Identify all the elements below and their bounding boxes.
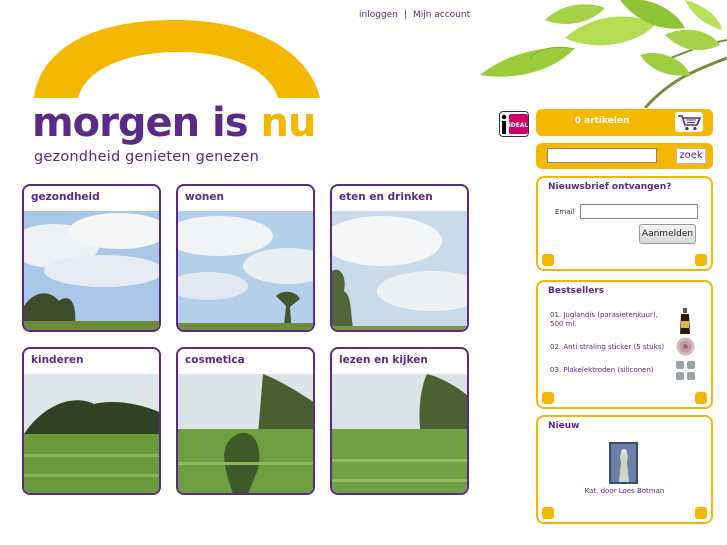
my-account-link[interactable]: Mijn account: [413, 10, 470, 20]
category-label: cosmetica: [185, 354, 245, 366]
top-links: inloggen | Mijn account: [359, 10, 470, 20]
logo[interactable]: morgen is nu: [32, 100, 317, 146]
category-photo: [24, 211, 159, 330]
category-tile-wonen[interactable]: wonen: [176, 184, 315, 332]
login-link[interactable]: inloggen: [359, 10, 398, 20]
category-tile-lezen-en-kijken[interactable]: lezen en kijken: [330, 347, 469, 495]
category-tile-gezondheid[interactable]: gezondheid: [22, 184, 161, 332]
search-button[interactable]: zoek: [676, 148, 706, 164]
category-photo: [178, 211, 313, 330]
bestseller-thumbnail-electrodes[interactable]: [676, 361, 695, 380]
logo-tagline: gezondheid genieten genezen: [34, 149, 259, 165]
top-links-separator: |: [403, 10, 407, 20]
new-products-title: Nieuw: [548, 421, 580, 431]
bestseller-item-3[interactable]: 03. Plakelektroden (siliconen): [550, 366, 670, 375]
shopping-cart-icon[interactable]: [675, 112, 703, 132]
ideal-label: iDEAL: [509, 122, 529, 129]
category-photo: [332, 374, 467, 493]
ideal-payment-logo: iDEAL: [499, 111, 529, 137]
panel-corner-decoration: [695, 254, 707, 266]
search-input[interactable]: [547, 148, 657, 163]
panel-corner-decoration: [542, 254, 554, 266]
newsletter-title: Nieuwsbrief ontvangen?: [548, 182, 672, 192]
new-product-thumbnail[interactable]: [609, 442, 638, 484]
leaves-decoration: [480, 0, 727, 108]
panel-corner-decoration: [542, 392, 554, 404]
category-label: kinderen: [31, 354, 84, 366]
cart-count: 0 artikelen: [574, 116, 630, 126]
category-label: gezondheid: [31, 191, 100, 203]
logo-word-nu: nu: [260, 100, 317, 146]
email-label: Email: [555, 208, 575, 216]
category-label: lezen en kijken: [339, 354, 428, 366]
bestseller-thumbnail-bottle[interactable]: [678, 308, 692, 335]
category-photo: [178, 374, 313, 493]
bestsellers-title: Bestsellers: [548, 286, 605, 296]
category-tile-kinderen[interactable]: kinderen: [22, 347, 161, 495]
panel-corner-decoration: [695, 392, 707, 404]
panel-corner-decoration: [695, 507, 707, 519]
category-label: wonen: [185, 191, 224, 203]
logo-word-morgen-is: morgen is: [32, 100, 261, 146]
new-product-caption[interactable]: Kat. door Loes Botman: [536, 487, 713, 495]
bestseller-thumbnail-sticker[interactable]: [676, 337, 695, 356]
logo-sun-graphic: [34, 20, 320, 98]
category-label: eten en drinken: [339, 191, 433, 203]
category-tile-cosmetica[interactable]: cosmetica: [176, 347, 315, 495]
subscribe-button[interactable]: Aanmelden: [639, 224, 696, 244]
panel-corner-decoration: [542, 507, 554, 519]
category-photo: [332, 211, 467, 330]
category-photo: [24, 374, 159, 493]
category-tile-eten-en-drinken[interactable]: eten en drinken: [330, 184, 469, 332]
bestseller-item-1[interactable]: 01. Juglandis (parasietenkuur), 500 ml.: [550, 311, 666, 329]
bestseller-item-2[interactable]: 02. Anti straling sticker (5 stuks): [550, 343, 670, 352]
email-field[interactable]: [580, 204, 698, 219]
